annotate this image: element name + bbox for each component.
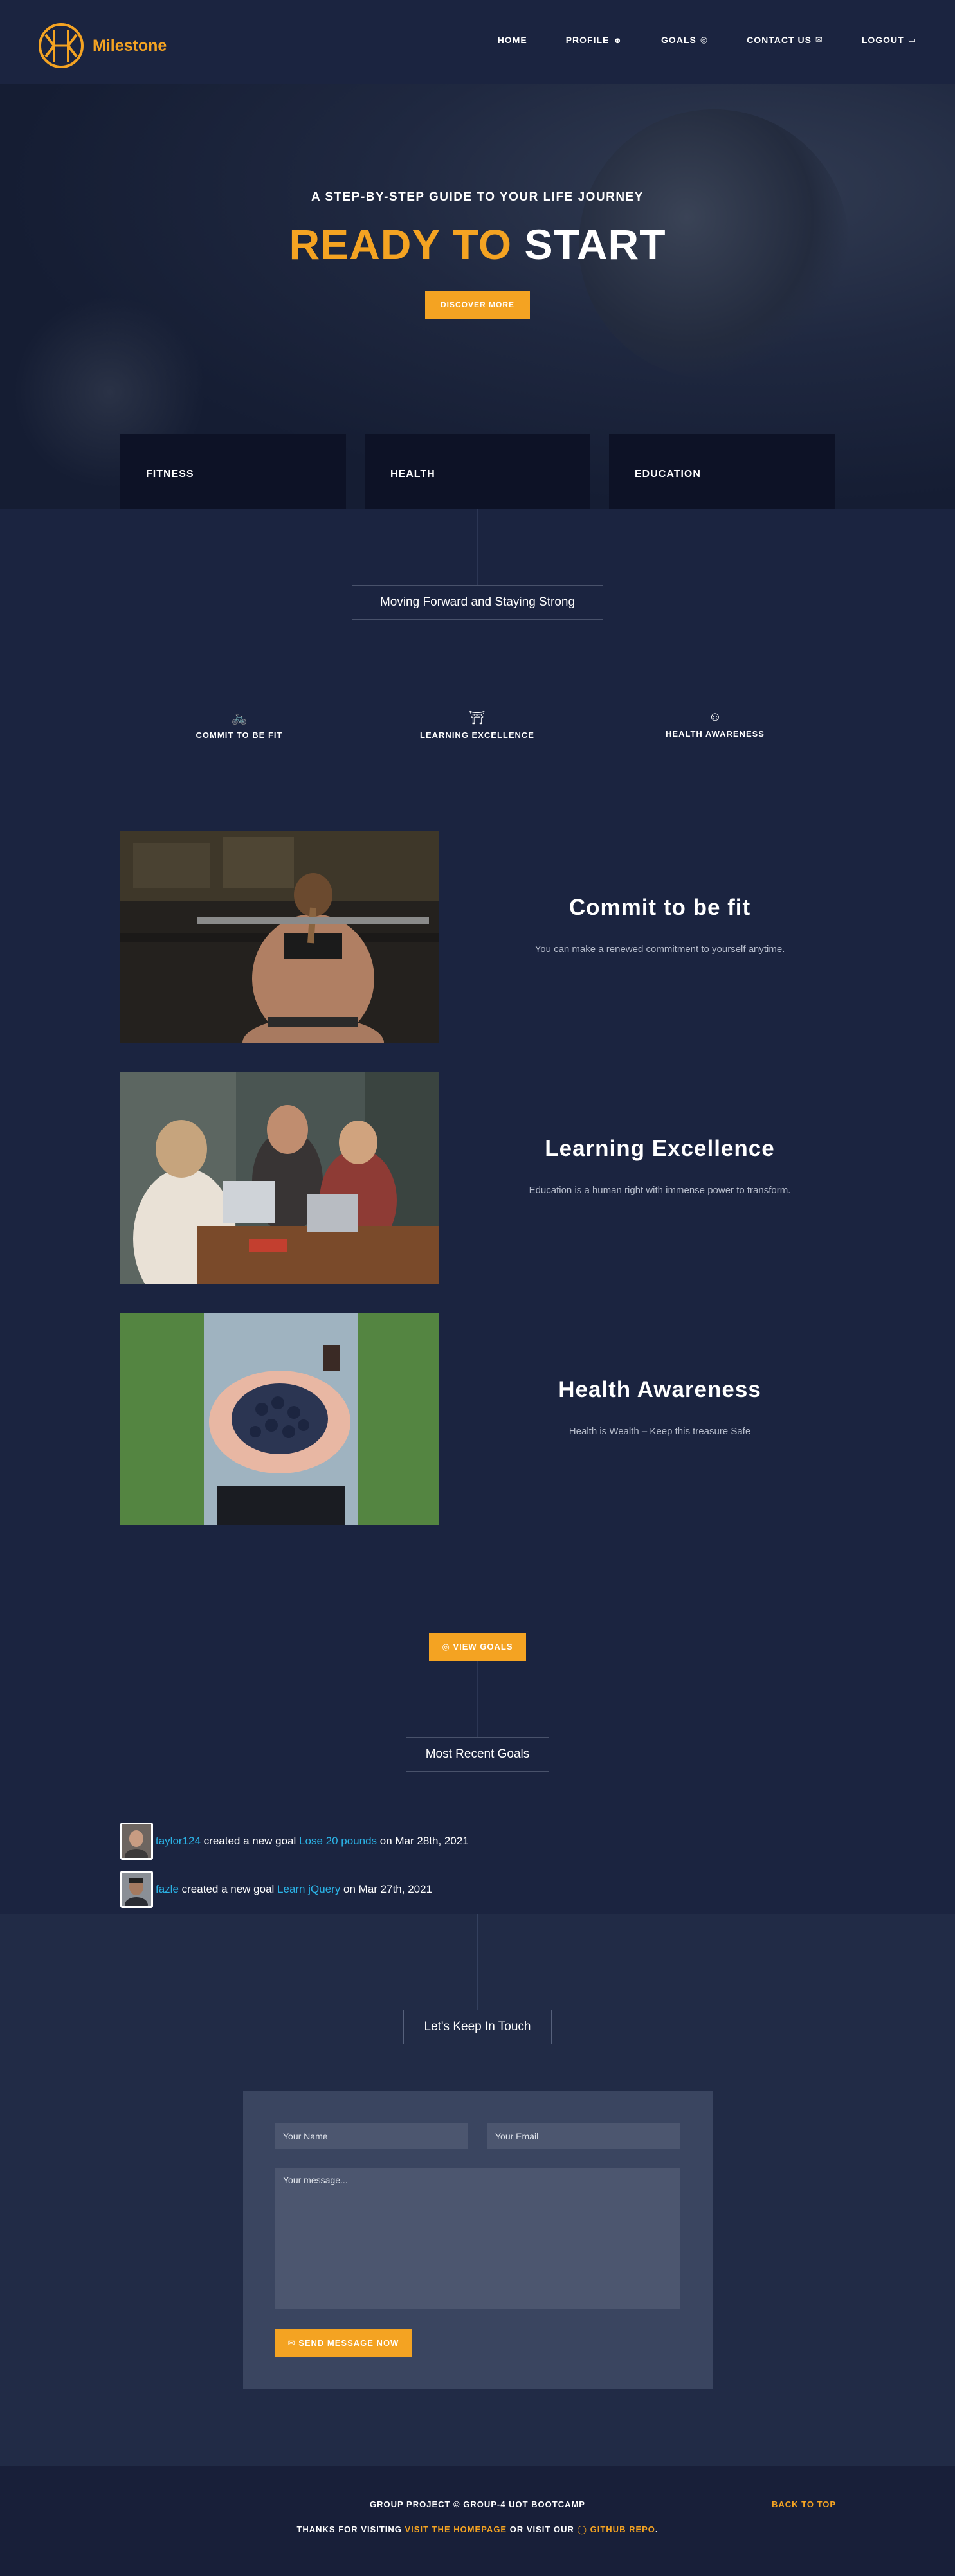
goal-user-link[interactable]: fazle xyxy=(156,1883,179,1896)
homepage-link[interactable]: VISIT THE HOMEPAGE xyxy=(405,2525,507,2534)
send-message-label: SEND MESSAGE NOW xyxy=(298,2338,399,2348)
avatar[interactable] xyxy=(120,1823,153,1860)
goal-date: on Mar 28th, 2021 xyxy=(377,1835,469,1847)
target-icon: ◎ xyxy=(700,35,709,44)
school-icon: ⛩ xyxy=(469,711,486,725)
navbar: Milestone HOME PROFILE ☻ GOALS ◎ CONTACT… xyxy=(0,0,955,84)
feature-fit-label: COMMIT TO BE FIT xyxy=(196,730,283,740)
goal-link[interactable]: Learn jQuery xyxy=(277,1883,340,1896)
view-goals-label: VIEW GOALS xyxy=(453,1642,513,1652)
category-health-link[interactable]: HEALTH xyxy=(390,469,435,480)
category-card-fitness[interactable]: FITNESS xyxy=(120,434,346,509)
nav-profile[interactable]: PROFILE ☻ xyxy=(566,35,623,45)
category-fitness-link[interactable]: FITNESS xyxy=(146,469,194,480)
nav-contact-label: CONTACT US xyxy=(747,35,812,45)
footer-links: THANKS FOR VISITING VISIT THE HOMEPAGE O… xyxy=(0,2525,955,2535)
nav-contact[interactable]: CONTACT US ✉ xyxy=(747,35,823,45)
footer-end-text: . xyxy=(655,2525,659,2534)
showcase-fit-title: Commit to be fit xyxy=(568,895,751,920)
nav-home-label: HOME xyxy=(497,35,527,45)
showcase-health-title: Health Awareness xyxy=(558,1377,761,1402)
goal-text: created a new goal xyxy=(178,1883,278,1895)
nav-goals[interactable]: GOALS ◎ xyxy=(661,35,708,45)
email-field[interactable]: Your Email xyxy=(487,2123,680,2149)
message-field[interactable]: Your message... xyxy=(275,2168,680,2309)
contact-heading: Let's Keep In Touch xyxy=(403,2010,552,2044)
milestone-logo-icon xyxy=(39,23,84,68)
recent-goals-heading: Most Recent Goals xyxy=(406,1737,549,1772)
main-nav: HOME PROFILE ☻ GOALS ◎ CONTACT US ✉ LOGO… xyxy=(459,35,916,45)
nav-goals-label: GOALS xyxy=(661,35,696,45)
blueberries-photo xyxy=(120,1313,439,1525)
divider-line xyxy=(477,509,478,585)
goal-item: taylor124 created a new goal Lose 20 pou… xyxy=(120,1823,469,1860)
send-message-button[interactable]: ✉ SEND MESSAGE NOW xyxy=(275,2329,412,2357)
feature-fit: 🚲 COMMIT TO BE FIT xyxy=(143,710,336,741)
study-group-photo xyxy=(120,1072,439,1284)
user-icon: ☻ xyxy=(613,35,623,45)
showcase-learning-title: Learning Excellence xyxy=(545,1136,775,1161)
category-card-education[interactable]: EDUCATION xyxy=(609,434,835,509)
hero-title: READY TO START xyxy=(0,220,955,269)
nav-logout[interactable]: LOGOUT ▭ xyxy=(862,35,916,45)
hero-title-rest: START xyxy=(524,221,666,268)
avatar-image xyxy=(122,1824,151,1858)
github-icon: ◯ xyxy=(577,2525,590,2534)
goal-item: fazle created a new goal Learn jQuery on… xyxy=(120,1871,432,1908)
avatar[interactable] xyxy=(120,1871,153,1908)
section-heading: Moving Forward and Staying Strong xyxy=(352,585,603,620)
envelope-icon: ✉ xyxy=(815,35,823,44)
name-field[interactable]: Your Name xyxy=(275,2123,468,2149)
brand-name: Milestone xyxy=(93,36,167,55)
divider-line xyxy=(477,1914,478,2010)
brand[interactable]: Milestone xyxy=(37,22,167,69)
smile-icon: ☺ xyxy=(708,710,722,724)
back-to-top-link[interactable]: BACK TO TOP xyxy=(772,2499,836,2509)
envelope-icon: ✉ xyxy=(287,2338,296,2348)
github-link[interactable]: GITHUB REPO xyxy=(590,2525,655,2534)
gym-photo-art xyxy=(120,831,439,1043)
blueberries-photo-art xyxy=(120,1313,439,1525)
view-goals-button[interactable]: ◎ VIEW GOALS xyxy=(429,1633,526,1661)
hero-subtitle: A STEP-BY-STEP GUIDE TO YOUR LIFE JOURNE… xyxy=(311,190,644,204)
showcase-fit-text: You can make a renewed commitment to you… xyxy=(534,944,785,955)
feature-health-label: HEALTH AWARENESS xyxy=(666,729,765,739)
goal-text: created a new goal xyxy=(200,1835,300,1847)
feature-learning: ⛩ LEARNING EXCELLENCE xyxy=(381,710,574,741)
nav-home[interactable]: HOME xyxy=(498,35,527,45)
category-education-link[interactable]: EDUCATION xyxy=(635,469,701,480)
target-icon: ◎ xyxy=(442,1642,450,1652)
category-card-health[interactable]: HEALTH xyxy=(365,434,590,509)
gym-photo xyxy=(120,831,439,1043)
footer-mid-text: OR VISIT OUR xyxy=(507,2525,578,2534)
goal-user-link[interactable]: taylor124 xyxy=(156,1835,201,1848)
nav-logout-label: LOGOUT xyxy=(861,35,904,45)
showcase-learning-text: Education is a human right with immense … xyxy=(529,1185,791,1196)
showcase-health-text: Health is Wealth – Keep this treasure Sa… xyxy=(568,1426,751,1437)
footer: GROUP PROJECT © GROUP-4 UOT BOOTCAMP THA… xyxy=(0,2466,955,2576)
footer-thanks-text: THANKS FOR VISITING xyxy=(296,2525,405,2534)
goal-date: on Mar 27th, 2021 xyxy=(340,1883,433,1895)
discover-more-button[interactable]: DISCOVER MORE xyxy=(425,291,530,319)
bicycle-icon: 🚲 xyxy=(231,711,248,725)
hero-title-accent: READY TO xyxy=(289,221,513,268)
nav-profile-label: PROFILE xyxy=(565,35,610,45)
feature-health: ☺ HEALTH AWARENESS xyxy=(619,710,812,740)
study-group-photo-art xyxy=(120,1072,439,1284)
divider-line xyxy=(477,1661,478,1737)
goal-link[interactable]: Lose 20 pounds xyxy=(299,1835,377,1848)
avatar-image xyxy=(122,1873,151,1906)
logout-icon: ▭ xyxy=(907,35,916,44)
feature-learning-label: LEARNING EXCELLENCE xyxy=(420,730,534,740)
